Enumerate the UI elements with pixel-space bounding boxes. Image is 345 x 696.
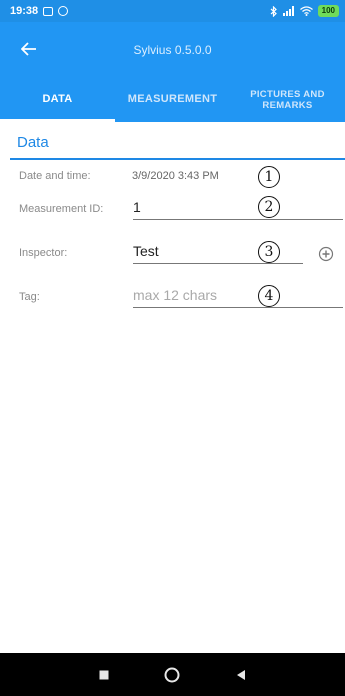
status-right: 100 <box>270 5 339 17</box>
status-time: 19:38 <box>10 5 39 17</box>
status-bar: 19:38 100 <box>0 0 345 22</box>
marker-4: 4 <box>258 285 280 307</box>
measurement-id-label: Measurement ID: <box>19 203 104 215</box>
section-title: Data <box>17 134 49 151</box>
marker-3: 3 <box>258 241 280 263</box>
status-left: 19:38 <box>10 5 69 17</box>
measurement-id-row: Measurement ID: 2 <box>0 196 345 222</box>
inspector-row: Inspector: 3 <box>0 240 345 266</box>
inspector-label: Inspector: <box>19 247 68 259</box>
date-time-value: 3/9/2020 3:43 PM <box>132 170 219 182</box>
tab-pictures-label-line1: PICTURES AND <box>250 88 325 100</box>
app-bar: Sylvius 0.5.0.0 <box>0 22 345 77</box>
recents-button[interactable] <box>89 660 119 690</box>
section-divider <box>10 158 345 160</box>
date-time-label: Date and time: <box>19 170 91 182</box>
signal-icon <box>282 6 295 16</box>
back-triangle-icon <box>236 669 245 680</box>
tab-measurement[interactable]: MEASUREMENT <box>115 77 230 122</box>
tab-pictures-and-remarks[interactable]: PICTURES AND REMARKS <box>230 77 345 122</box>
home-circle-icon <box>164 667 180 682</box>
bluetooth-icon <box>270 5 278 17</box>
sync-icon <box>58 6 69 16</box>
home-button[interactable] <box>157 660 187 690</box>
system-nav-bar <box>0 653 345 696</box>
marker-1: 1 <box>258 166 280 188</box>
tab-pictures-label: PICTURES AND REMARKS <box>250 89 325 111</box>
tab-data[interactable]: DATA <box>0 77 115 122</box>
tab-data-label: DATA <box>42 93 73 105</box>
tag-input[interactable] <box>133 286 343 308</box>
notification-icon <box>43 6 54 16</box>
add-inspector-icon[interactable] <box>318 246 334 262</box>
date-time-row: Date and time: 3/9/2020 3:43 PM 1 <box>0 166 345 190</box>
recents-square-icon <box>99 670 109 679</box>
wifi-icon <box>299 6 313 16</box>
app-title: Sylvius 0.5.0.0 <box>133 42 212 57</box>
marker-2: 2 <box>258 196 280 218</box>
measurement-id-input[interactable] <box>133 198 343 220</box>
battery-indicator: 100 <box>317 5 339 17</box>
tab-measurement-label: MEASUREMENT <box>127 93 218 105</box>
tag-label: Tag: <box>19 291 40 303</box>
tag-row: Tag: 4 <box>0 285 345 311</box>
tab-pictures-label-line2: REMARKS <box>262 99 313 111</box>
back-nav-button[interactable] <box>226 660 256 690</box>
tab-bar: DATA MEASUREMENT PICTURES AND REMARKS <box>0 77 345 122</box>
